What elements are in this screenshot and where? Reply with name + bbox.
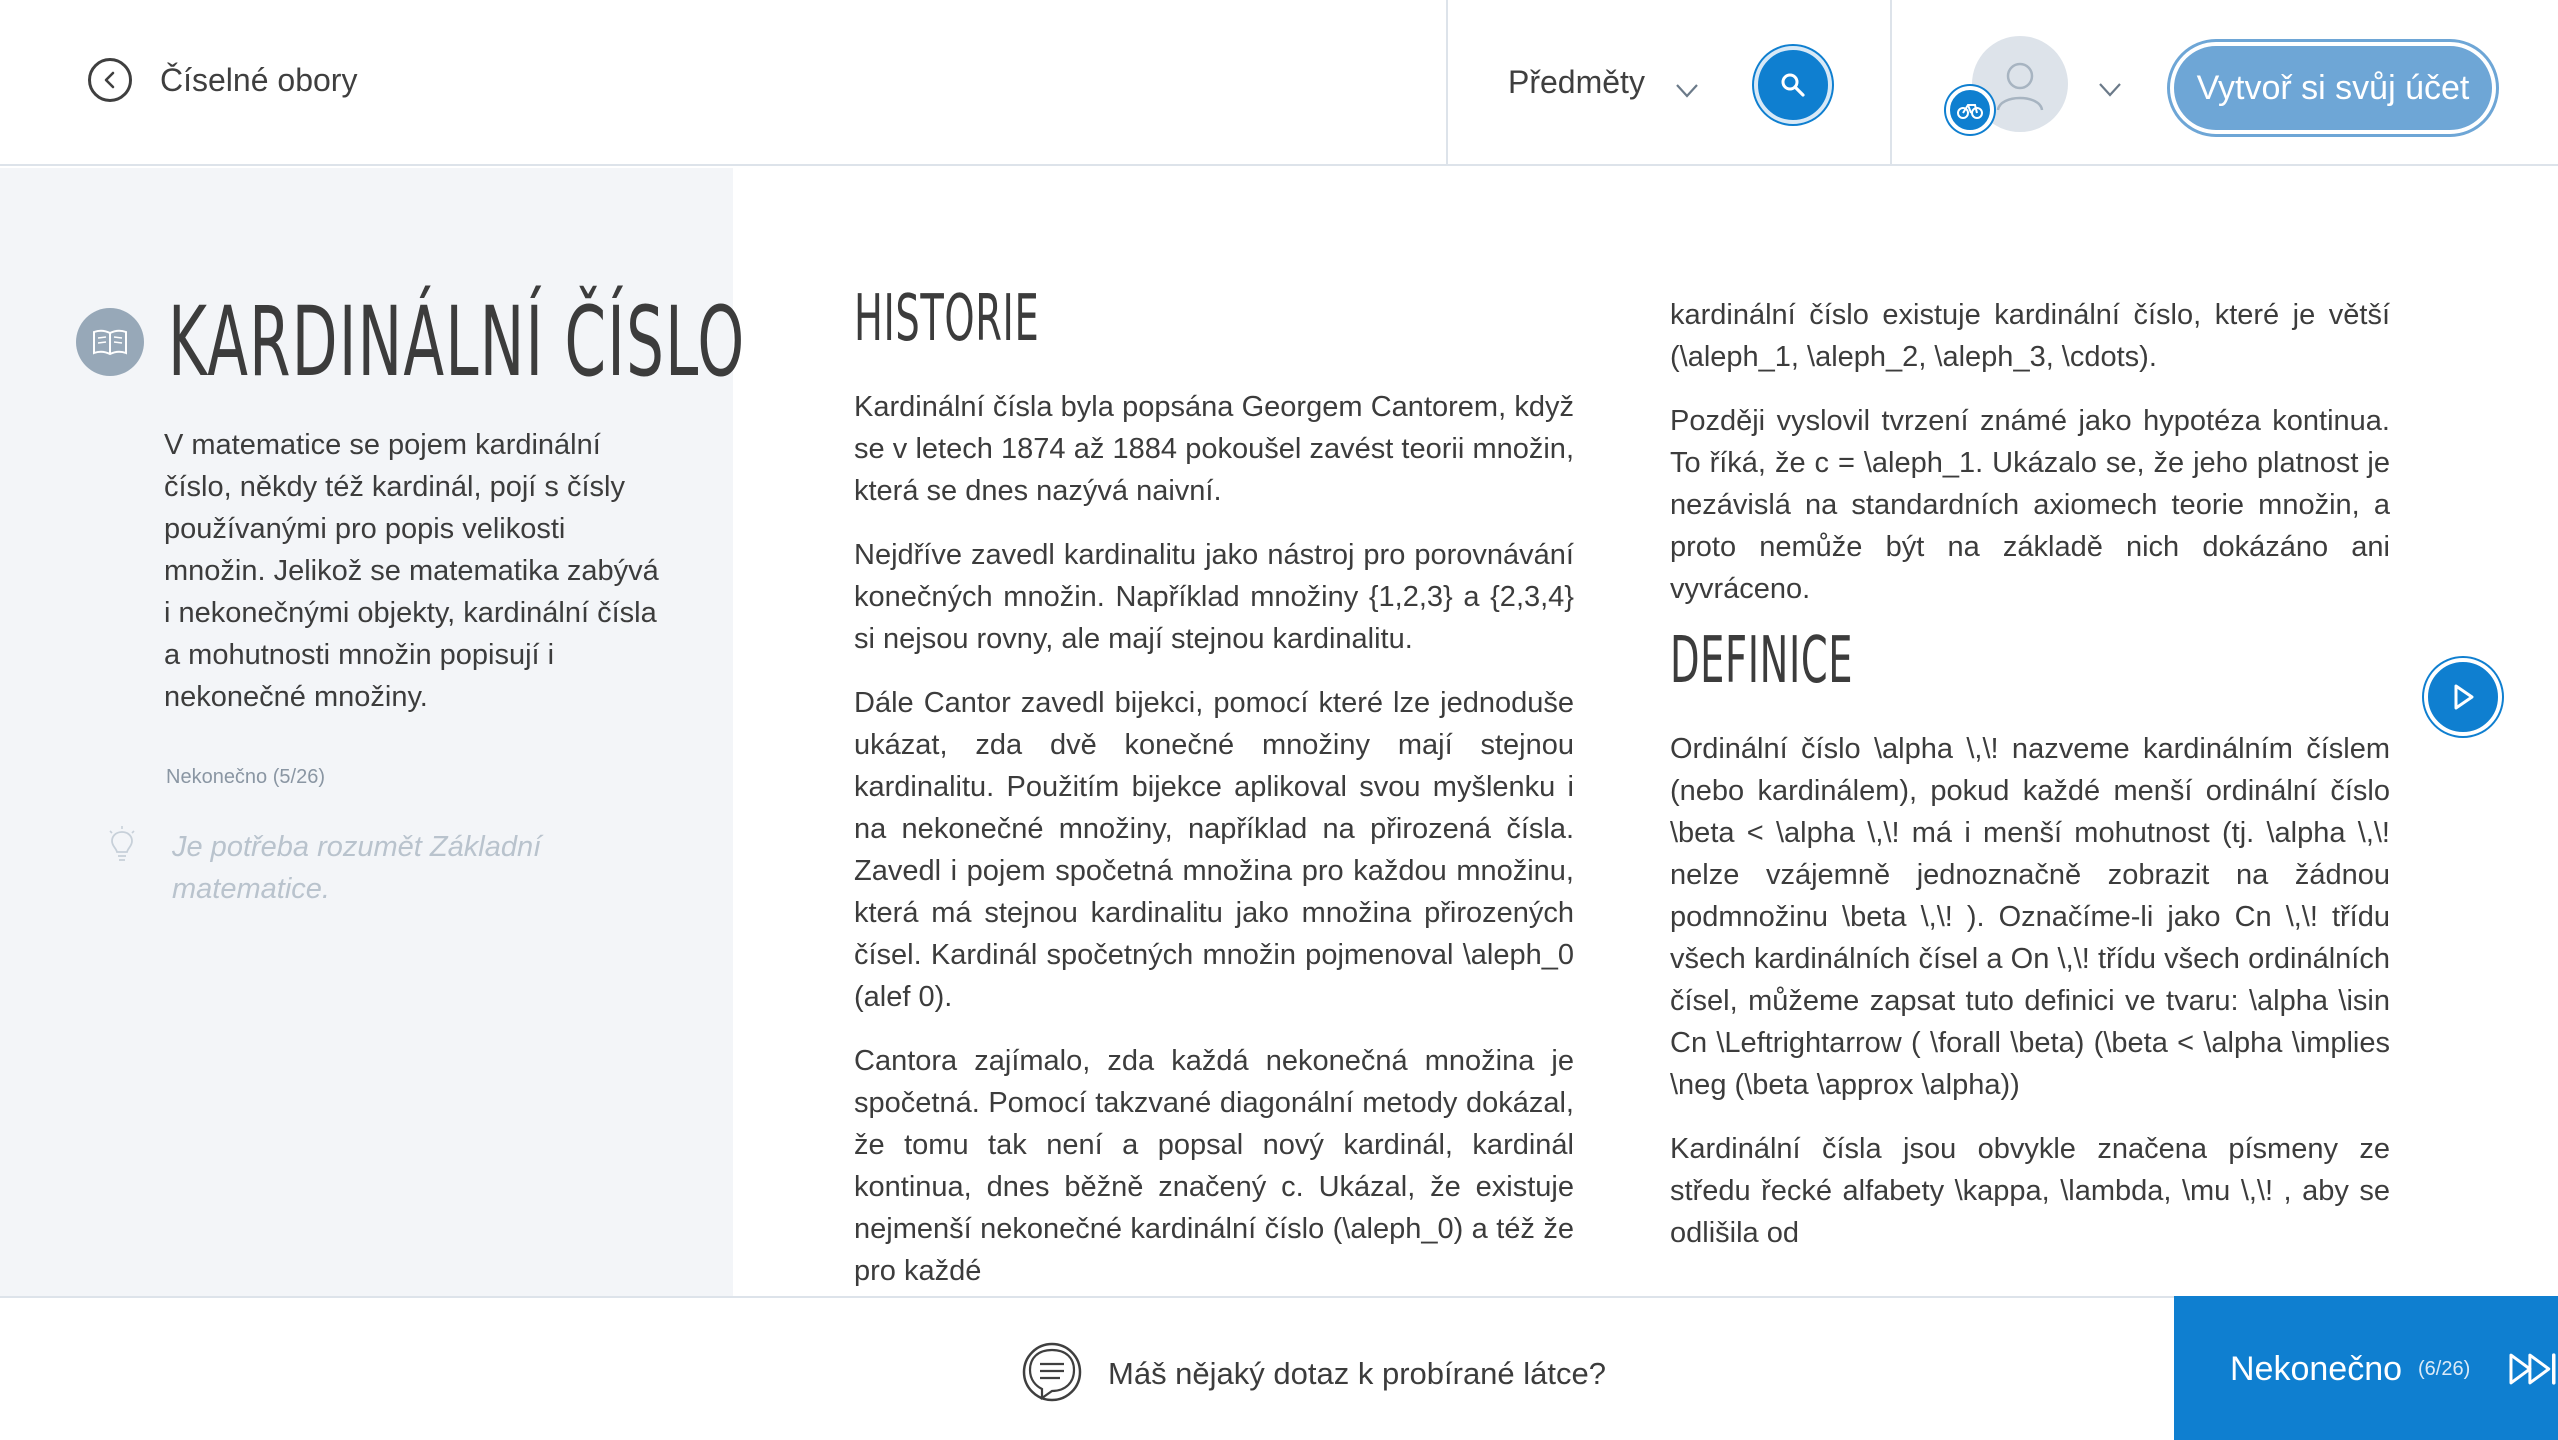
divider <box>1890 0 1892 166</box>
user-icon <box>1996 62 2044 111</box>
paragraph: Kardinální čísla jsou obvykle značena pí… <box>1670 1133 2390 1249</box>
paragraph: Dále Cantor zavedl bijekci, pomocí které… <box>854 687 1574 1013</box>
next-page-button[interactable] <box>2424 658 2502 736</box>
next-lesson-button[interactable]: Nekonečno (6/26) <box>2174 1296 2558 1440</box>
top-bar: Číselné obory Předměty Vytvoř si svůj úč… <box>0 0 2558 166</box>
subjects-dropdown[interactable]: Předměty <box>1508 64 1698 101</box>
subjects-label: Předměty <box>1508 64 1645 100</box>
lesson-intro: V matematice se pojem kardinální číslo, … <box>164 429 659 713</box>
create-account-button[interactable]: Vytvoř si svůj účet <box>2170 42 2496 134</box>
content-column-2: kardinální číslo existuje kardinální čís… <box>1670 294 2390 632</box>
prerequisite-hint: Je potřeba rozumět Základní matematice. <box>172 831 542 905</box>
divider <box>1446 0 1448 166</box>
paragraph: Kardinální čísla byla popsána Georgem Ca… <box>854 391 1574 507</box>
book-icon <box>76 308 144 376</box>
page-title: KARDINÁLNÍ ČÍSLO <box>168 286 746 398</box>
ask-question-label: Máš nějaký dotaz k probírané látce? <box>1108 1356 1606 1391</box>
section-title-definice: DEFINICE <box>1670 624 1854 698</box>
chevron-left-icon <box>88 58 132 102</box>
chevron-down-icon[interactable] <box>2098 82 2122 98</box>
paragraph: kardinální číslo existuje kardinální čís… <box>1670 299 2390 373</box>
bicycle-icon <box>1946 86 1994 134</box>
paragraph: Nejdříve zavedl kardinalitu jako nástroj… <box>854 539 1574 655</box>
search-icon <box>1781 73 1805 97</box>
ask-question-button[interactable]: Máš nějaký dotaz k probírané látce? <box>1018 1340 1606 1408</box>
search-button[interactable] <box>1754 46 1832 124</box>
paragraph: Cantora zajímalo, zda každá nekonečná mn… <box>854 1045 1574 1287</box>
paragraph: Ordinální číslo \alpha \,\! nazveme kard… <box>1670 733 2390 1101</box>
section-title-historie: HISTORIE <box>854 282 1040 356</box>
content-column-2-definice: Ordinální číslo \alpha \,\! nazveme kard… <box>1670 728 2390 1276</box>
lesson-sidebar: KARDINÁLNÍ ČÍSLO V matematice se pojem k… <box>0 168 744 1296</box>
lightbulb-icon <box>109 826 135 861</box>
bottom-bar: Máš nějaký dotaz k probírané látce? Neko… <box>0 1296 2558 1440</box>
next-lesson-label: Nekonečno <box>2230 1349 2403 1388</box>
chat-icon <box>1022 1342 1082 1402</box>
content-column-1: Kardinální čísla byla popsána Georgem Ca… <box>854 386 1574 1314</box>
topic-progress: Nekonečno (5/26) <box>166 766 325 788</box>
next-lesson-count: (6/26) <box>2418 1357 2471 1380</box>
play-icon <box>2454 684 2474 710</box>
breadcrumb-label: Číselné obory <box>160 61 358 98</box>
fast-forward-icon <box>2509 1353 2556 1385</box>
back-button[interactable]: Číselné obory <box>88 58 357 102</box>
paragraph: Později vyslovil tvrzení známé jako hypo… <box>1670 405 2390 605</box>
